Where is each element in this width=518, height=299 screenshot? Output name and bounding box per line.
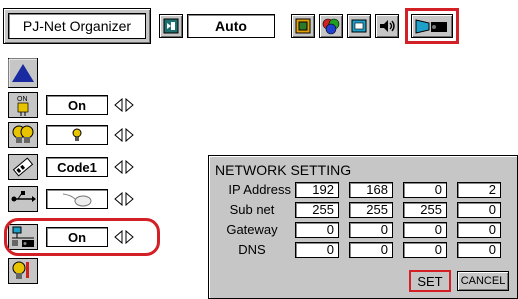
top-toolbar: PJ-Net Organizer Auto xyxy=(3,4,515,48)
menu-row-remote: Code1 xyxy=(8,154,158,180)
subnet-octet-3[interactable]: 255 xyxy=(403,202,447,218)
remote-control-icon[interactable] xyxy=(8,154,38,180)
input-icon[interactable] xyxy=(159,14,183,38)
ip-address-row: IP Address 192 168 0 2 xyxy=(209,182,518,200)
gateway-octet-3[interactable]: 0 xyxy=(403,222,447,238)
subnet-row: Sub net 255 255 255 0 xyxy=(209,202,518,220)
gateway-octet-4[interactable]: 0 xyxy=(457,222,501,238)
filter-icon[interactable] xyxy=(8,258,38,284)
lamp-bulb-icon xyxy=(72,128,82,141)
input-source-field[interactable]: Auto xyxy=(187,14,275,38)
cancel-button[interactable]: CANCEL xyxy=(457,271,509,291)
menu-row-lamp xyxy=(8,122,158,148)
gateway-row: Gateway 0 0 0 0 xyxy=(209,222,518,240)
image-icon[interactable] xyxy=(291,14,315,38)
menu-row-filter xyxy=(8,258,158,284)
remote-value: Code1 xyxy=(46,157,108,177)
dns-octet-4[interactable]: 0 xyxy=(457,242,501,258)
subnet-label: Sub net xyxy=(229,202,275,217)
remote-spin-arrows[interactable] xyxy=(113,159,135,175)
svg-text:ON: ON xyxy=(17,96,28,103)
up-arrow-button[interactable] xyxy=(8,58,38,88)
dns-octet-2[interactable]: 0 xyxy=(349,242,393,258)
lamp-icon[interactable] xyxy=(8,122,38,148)
mouse-value xyxy=(46,189,108,209)
mouse-spin-arrows[interactable] xyxy=(113,191,135,207)
app-title-panel: PJ-Net Organizer xyxy=(3,8,151,44)
lamp-value xyxy=(46,125,108,145)
subnet-octet-4[interactable]: 0 xyxy=(457,202,501,218)
menu-row-power: ON On xyxy=(8,92,158,118)
ip-octet-1[interactable]: 192 xyxy=(295,182,339,198)
power-icon[interactable]: ON xyxy=(8,92,38,118)
setting-icon[interactable] xyxy=(411,14,453,38)
gateway-octet-1[interactable]: 0 xyxy=(295,222,339,238)
network-row-highlight xyxy=(4,218,160,256)
usb-mouse-icon[interactable] xyxy=(8,186,38,212)
dns-label: DNS xyxy=(238,242,266,257)
sound-icon[interactable] xyxy=(375,14,399,38)
subnet-octet-1[interactable]: 255 xyxy=(295,202,339,218)
gateway-octet-2[interactable]: 0 xyxy=(349,222,393,238)
power-value: On xyxy=(46,95,108,115)
subnet-octet-2[interactable]: 255 xyxy=(349,202,393,218)
network-setting-dialog: NETWORK SETTING IP Address 192 168 0 2 S… xyxy=(208,155,518,299)
gateway-label: Gateway xyxy=(226,222,278,237)
screen-icon[interactable] xyxy=(347,14,371,38)
input-source-value: Auto xyxy=(187,14,275,38)
app-title: PJ-Net Organizer xyxy=(8,13,146,39)
power-spin-arrows[interactable] xyxy=(113,97,135,113)
color-icon[interactable] xyxy=(319,14,343,38)
ip-address-label: IP Address xyxy=(228,182,291,197)
dns-octet-3[interactable]: 0 xyxy=(403,242,447,258)
ip-octet-4[interactable]: 2 xyxy=(457,182,501,198)
dns-row: DNS 0 0 0 0 xyxy=(209,242,518,260)
lamp-spin-arrows[interactable] xyxy=(113,127,135,143)
menu-row-mouse xyxy=(8,186,158,212)
set-button[interactable]: SET xyxy=(409,270,451,292)
network-setting-title: NETWORK SETTING xyxy=(215,162,352,178)
dns-octet-1[interactable]: 0 xyxy=(295,242,339,258)
ip-octet-2[interactable]: 168 xyxy=(349,182,393,198)
ip-octet-3[interactable]: 0 xyxy=(403,182,447,198)
mouse-picture-icon xyxy=(62,193,92,207)
